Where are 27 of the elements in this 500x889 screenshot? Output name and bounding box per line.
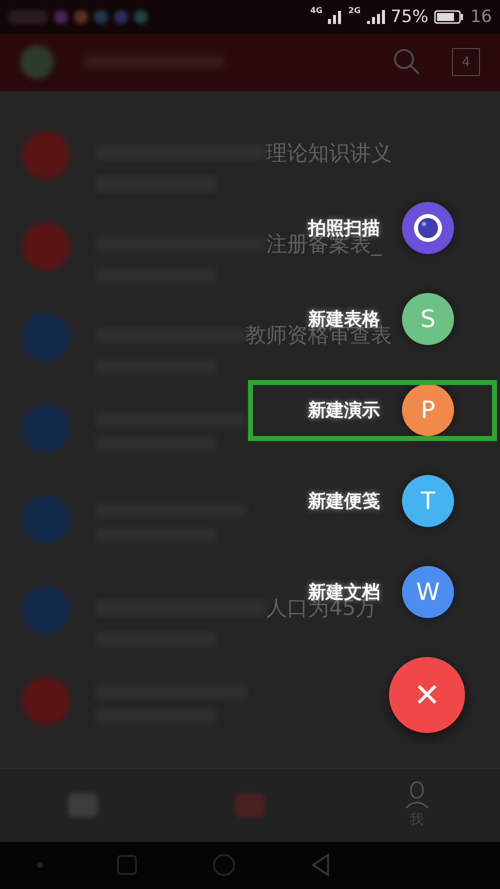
tab-count[interactable]: 4 — [452, 48, 480, 76]
menu-label[interactable]: 新建演示 — [308, 398, 380, 422]
camera-icon — [412, 212, 444, 244]
battery-icon — [434, 10, 464, 24]
nav-home-icon[interactable] — [212, 853, 236, 878]
app-logo — [20, 45, 54, 80]
signal-icon — [366, 10, 385, 24]
menu-action-button[interactable] — [402, 202, 454, 254]
nav-back-icon[interactable] — [310, 853, 330, 878]
menu-action-button[interactable]: T — [402, 474, 454, 526]
battery-percent: 75% — [390, 6, 428, 27]
menu-action-button[interactable]: S — [402, 292, 454, 344]
network-type: 4G — [310, 6, 322, 15]
nav-dot-icon[interactable] — [36, 862, 43, 868]
clock: 16 — [470, 6, 492, 27]
menu-action-button[interactable]: P — [402, 384, 454, 436]
network-type: 2G — [348, 6, 361, 15]
file-title: 理论知识讲义 — [266, 140, 392, 167]
search-icon[interactable] — [392, 47, 422, 78]
signal-icon — [328, 10, 342, 24]
menu-action-button[interactable]: W — [402, 566, 454, 618]
close-button[interactable]: ✕ — [389, 657, 465, 733]
blurred-tab-icon — [235, 793, 265, 818]
blurred-tab-icon — [68, 793, 98, 818]
nav-square-icon[interactable] — [116, 854, 138, 876]
person-icon — [404, 781, 430, 810]
menu-label[interactable]: 新建便笺 — [308, 488, 380, 512]
